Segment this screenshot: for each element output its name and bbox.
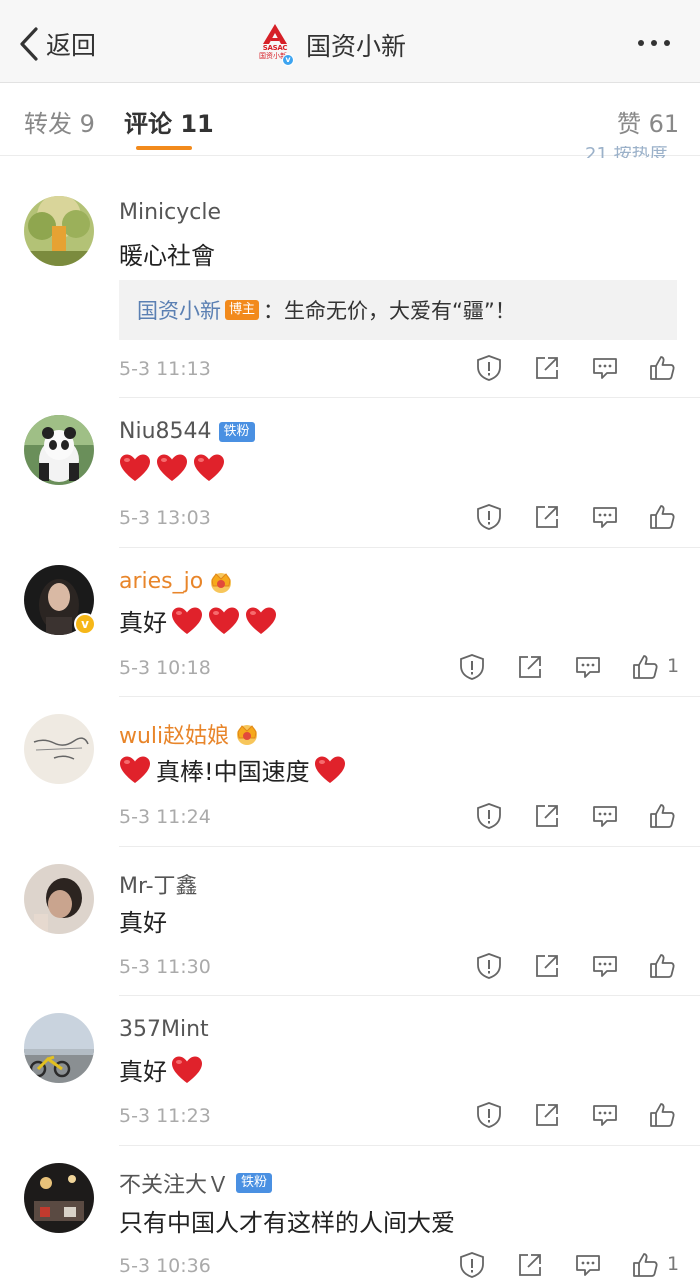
comment-username[interactable]: Mr-丁鑫 — [119, 868, 198, 900]
like-icon[interactable] — [648, 1101, 676, 1129]
account-logo: SASAC 国资小新 v — [258, 24, 294, 66]
comment-icon[interactable] — [591, 802, 619, 830]
heart-emoji-icon — [194, 454, 224, 481]
tab-reposts[interactable]: 转发 9 — [24, 104, 95, 139]
reply-text: ：生命无价，大爱有“疆”！ — [263, 299, 516, 323]
comment-icon[interactable] — [591, 354, 619, 382]
avatar[interactable] — [24, 415, 94, 485]
heart-emoji-icon — [246, 607, 276, 634]
comment-actions — [0, 1101, 700, 1131]
comment-username[interactable]: aries_jo — [119, 569, 234, 594]
divider — [119, 696, 700, 697]
share-icon[interactable] — [533, 802, 561, 830]
comment-username[interactable]: 不关注大Ｖ 铁粉 — [119, 1167, 273, 1199]
crown-icon — [237, 725, 258, 745]
comment-actions: 1 — [0, 1251, 700, 1281]
share-icon[interactable] — [533, 503, 561, 531]
heart-emoji-icon — [209, 607, 239, 634]
back-chevron-icon — [20, 27, 38, 61]
author-reply[interactable]: 国资小新 博主 ：生命无价，大爱有“疆”！ — [119, 280, 677, 340]
comment-icon[interactable] — [591, 1101, 619, 1129]
comment-text: 真好 — [119, 603, 282, 638]
divider — [119, 846, 700, 847]
comment-username[interactable]: wuli赵姑娘 — [119, 718, 260, 750]
author-badge: 博主 — [225, 300, 260, 320]
comment-actions — [0, 952, 700, 982]
avatar[interactable] — [24, 1013, 94, 1083]
comment-username[interactable]: Minicycle — [119, 200, 221, 225]
report-icon[interactable] — [475, 354, 503, 382]
back-label: 返回 — [46, 31, 97, 60]
like-count: 1 — [667, 655, 680, 677]
heart-emoji-icon — [120, 454, 150, 481]
comment-actions: 1 — [0, 653, 700, 683]
heart-emoji-icon — [314, 756, 345, 783]
comment-icon[interactable] — [574, 1251, 602, 1279]
report-icon[interactable] — [458, 653, 486, 681]
like-icon[interactable] — [648, 802, 676, 830]
active-tab-indicator — [136, 146, 192, 150]
like-icon[interactable] — [648, 503, 676, 531]
divider — [119, 1145, 700, 1146]
comment-username[interactable]: Niu8544 铁粉 — [119, 419, 255, 444]
divider — [119, 397, 700, 398]
comment-text: 暖心社會 — [119, 242, 215, 270]
comment-text — [119, 453, 230, 483]
like-icon[interactable] — [631, 1251, 659, 1279]
back-button[interactable]: 返回 — [18, 24, 96, 64]
report-icon[interactable] — [475, 503, 503, 531]
comment-actions — [0, 802, 700, 832]
verified-icon: v — [282, 54, 294, 66]
comment-actions — [0, 503, 700, 533]
comment-username[interactable]: 357Mint — [119, 1017, 209, 1042]
fan-badge: 铁粉 — [236, 1173, 273, 1193]
share-icon[interactable] — [533, 1101, 561, 1129]
comment-icon[interactable] — [591, 952, 619, 980]
like-icon[interactable] — [631, 653, 659, 681]
comment-text: 真棒!中国速度 — [119, 752, 351, 787]
avatar[interactable] — [24, 1163, 94, 1233]
comment-text: 只有中国人才有这样的人间大爱 — [119, 1209, 455, 1237]
sort-toggle[interactable]: 21 按热度 — [585, 146, 668, 158]
comment-icon[interactable] — [574, 653, 602, 681]
comment-text: 真好 — [119, 909, 167, 937]
heart-emoji-icon — [172, 1056, 202, 1083]
fan-badge: 铁粉 — [218, 421, 255, 442]
share-icon[interactable] — [516, 1251, 544, 1279]
comment-actions — [0, 354, 700, 384]
heart-emoji-icon — [120, 756, 150, 783]
nav-bar: 返回 SASAC 国资小新 v 国资小新 — [0, 0, 700, 83]
reply-username[interactable]: 国资小新 — [137, 295, 221, 325]
heart-emoji-icon — [157, 454, 187, 481]
logo-text: SASAC — [262, 44, 288, 52]
report-icon[interactable] — [475, 952, 503, 980]
comment-icon[interactable] — [591, 503, 619, 531]
comment-text: 真好 — [119, 1052, 208, 1087]
nav-title-group[interactable]: SASAC 国资小新 v 国资小新 — [258, 22, 406, 68]
divider — [119, 995, 700, 996]
tab-likes[interactable]: 赞 61 — [617, 104, 679, 139]
like-icon[interactable] — [648, 354, 676, 382]
report-icon[interactable] — [458, 1251, 486, 1279]
sasac-logo-icon — [263, 24, 287, 44]
like-icon[interactable] — [648, 952, 676, 980]
report-icon[interactable] — [475, 802, 503, 830]
divider — [119, 547, 700, 548]
share-icon[interactable] — [516, 653, 544, 681]
like-count: 1 — [667, 1253, 680, 1275]
tab-comments[interactable]: 评论 11 — [124, 104, 214, 139]
crown-icon — [211, 572, 232, 593]
page-title: 国资小新 — [306, 32, 407, 61]
avatar[interactable] — [24, 196, 94, 266]
share-icon[interactable] — [533, 354, 561, 382]
share-icon[interactable] — [533, 952, 561, 980]
report-icon[interactable] — [475, 1101, 503, 1129]
verified-icon: v — [74, 613, 96, 635]
avatar[interactable] — [24, 714, 94, 784]
more-icon[interactable] — [638, 40, 670, 46]
heart-emoji-icon — [172, 607, 202, 634]
avatar[interactable] — [24, 864, 94, 934]
